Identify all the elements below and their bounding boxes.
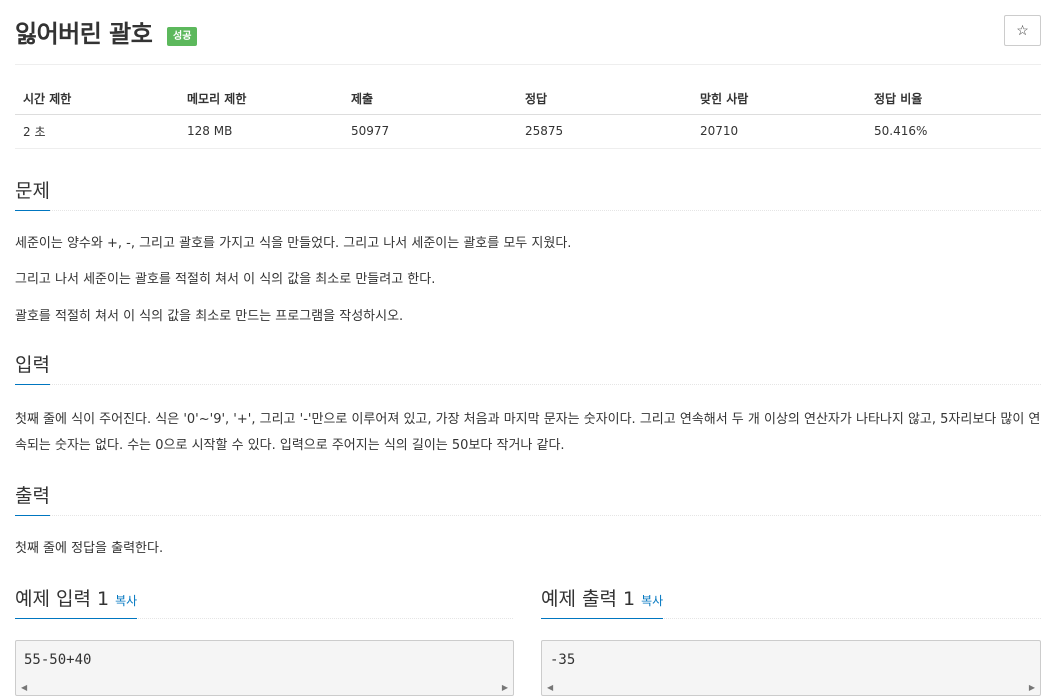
sample-output-header: 예제 출력 1 복사 [541,584,1041,619]
table-cell: 2 초 [15,114,179,149]
table-header: 메모리 제한 [179,83,343,115]
table-header: 정답 [517,83,692,115]
scroll-left-icon[interactable]: ◀ [21,683,27,692]
output-description: 첫째 줄에 정답을 출력한다. [15,541,164,556]
description-paragraph: 그리고 나서 세준이는 괄호를 적절히 쳐서 이 식의 값을 최소로 만들려고 … [15,272,436,287]
copy-sample-input-link[interactable]: 복사 [115,594,137,608]
output-title: 출력 [15,481,50,516]
problem-info-table: 시간 제한 메모리 제한 제출 정답 맞힌 사람 정답 비율 2 초 128 M… [15,83,1041,149]
sample-output-text: -35 [550,652,576,668]
status-badge: 성공 [167,27,198,46]
description-title: 문제 [15,176,50,211]
table-cell: 25875 [517,114,692,149]
scroll-right-icon[interactable]: ▶ [1029,683,1035,692]
sample-output-title: 예제 출력 1 [541,588,636,610]
sample-input-header: 예제 입력 1 복사 [15,584,513,619]
input-description: 첫째 줄에 식이 주어진다. 식은 '0'~'9', '+', 그리고 '-'만… [15,412,1041,453]
page-title: 잃어버린 괄호 [15,20,153,48]
table-header: 시간 제한 [15,83,179,115]
scroll-left-icon[interactable]: ◀ [547,683,553,692]
sample-input-box[interactable]: 55-50+40 ◀ ▶ [15,640,514,696]
scroll-right-icon[interactable]: ▶ [502,683,508,692]
table-header: 제출 [343,83,517,115]
sample-input-text: 55-50+40 [24,652,92,668]
table-header: 정답 비율 [866,83,1041,115]
description-paragraph: 괄호를 적절히 쳐서 이 식의 값을 최소로 만드는 프로그램을 작성하시오. [15,309,404,324]
table-cell: 128 MB [179,114,343,149]
table-header: 맞힌 사람 [692,83,866,115]
sample-output-box[interactable]: -35 ◀ ▶ [541,640,1041,696]
table-cell: 50977 [343,114,517,149]
table-header-row: 시간 제한 메모리 제한 제출 정답 맞힌 사람 정답 비율 [15,83,1041,115]
table-cell: 20710 [692,114,866,149]
problem-header: 잃어버린 괄호 성공 ☆ [15,0,1041,65]
table-row: 2 초 128 MB 50977 25875 20710 50.416% [15,114,1041,149]
input-title: 입력 [15,350,50,385]
star-button[interactable]: ☆ [1004,15,1041,46]
table-cell: 50.416% [866,114,1041,149]
sample-input-title: 예제 입력 1 [15,588,110,610]
input-section-header: 입력 [15,350,1041,385]
sample-output-heading: 예제 출력 1 복사 [541,584,664,619]
sample-input-heading: 예제 입력 1 복사 [15,584,138,619]
description-paragraph: 세준이는 양수와 +, -, 그리고 괄호를 가지고 식을 만들었다. 그리고 … [15,236,572,251]
output-section-header: 출력 [15,481,1041,516]
description-section-header: 문제 [15,176,1041,211]
star-icon: ☆ [1016,22,1029,38]
copy-sample-output-link[interactable]: 복사 [641,594,663,608]
